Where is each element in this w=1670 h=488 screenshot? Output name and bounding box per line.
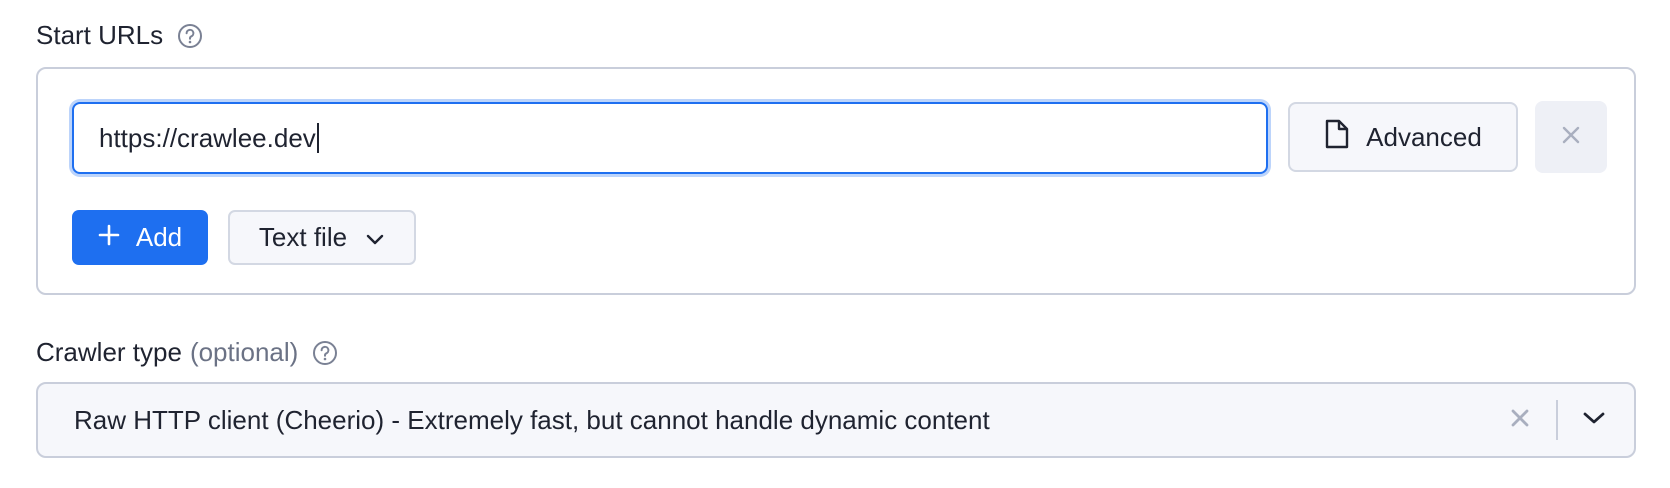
help-icon[interactable] [312,340,338,366]
add-button[interactable]: Add [72,210,208,265]
crawler-type-label-row: Crawler type (optional) [36,337,338,368]
start-urls-label: Start URLs [36,20,164,50]
help-icon[interactable] [177,23,203,49]
file-icon [1324,118,1350,157]
start-urls-label-row: Start URLs [36,20,203,51]
add-button-label: Add [135,222,183,252]
crawler-type-value: Raw HTTP client (Cheerio) - Extremely fa… [74,404,990,435]
url-input-value: https://crawlee.dev [99,122,316,153]
crawler-type-select[interactable]: Raw HTTP client (Cheerio) - Extremely fa… [36,382,1636,458]
clear-selection-button[interactable] [1494,394,1546,446]
select-divider [1556,400,1558,440]
advanced-button[interactable]: Advanced [1288,102,1518,172]
text-file-dropdown[interactable]: Text file [228,210,416,265]
chevron-down-icon [365,222,385,253]
start-urls-panel: https://crawlee.dev Advanced Add Text fi… [36,67,1636,295]
chevron-down-icon [1582,410,1606,431]
dropdown-toggle[interactable] [1568,394,1620,446]
text-caret [316,123,319,153]
remove-url-button[interactable] [1535,101,1607,173]
text-file-label: Text file [258,222,348,252]
crawler-type-label: Crawler type [36,337,182,367]
optional-tag: (optional) [189,337,299,367]
plus-icon [98,222,120,253]
url-input[interactable]: https://crawlee.dev [72,102,1268,174]
close-icon [1561,125,1581,150]
advanced-button-label: Advanced [1366,121,1482,152]
close-icon [1510,408,1530,433]
